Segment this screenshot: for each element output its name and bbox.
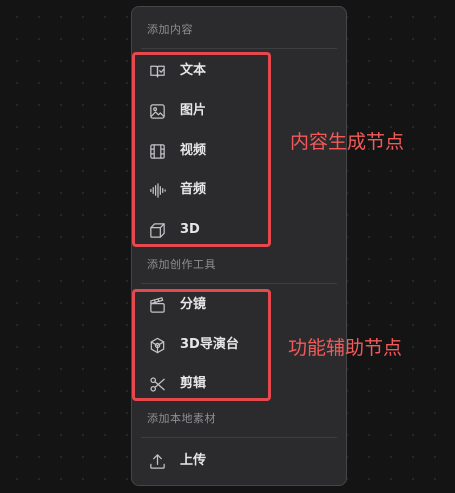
section-divider — [141, 48, 337, 49]
menu-item-label: 上传 — [180, 453, 207, 468]
section-title-add-local: 添加本地素材 — [147, 412, 216, 425]
section-divider — [141, 437, 337, 438]
section-title-add-tools: 添加创作工具 — [147, 258, 216, 271]
content-nodes-highlight-box — [132, 52, 271, 247]
tool-nodes-annotation: 功能辅助节点 — [288, 337, 403, 359]
section-divider — [141, 283, 337, 284]
upload-icon — [148, 452, 167, 471]
tool-nodes-highlight-box — [132, 289, 271, 401]
section-title-add-content: 添加内容 — [147, 23, 193, 36]
menu-item-upload[interactable]: 上传 — [138, 443, 340, 479]
content-nodes-annotation: 内容生成节点 — [290, 131, 405, 153]
